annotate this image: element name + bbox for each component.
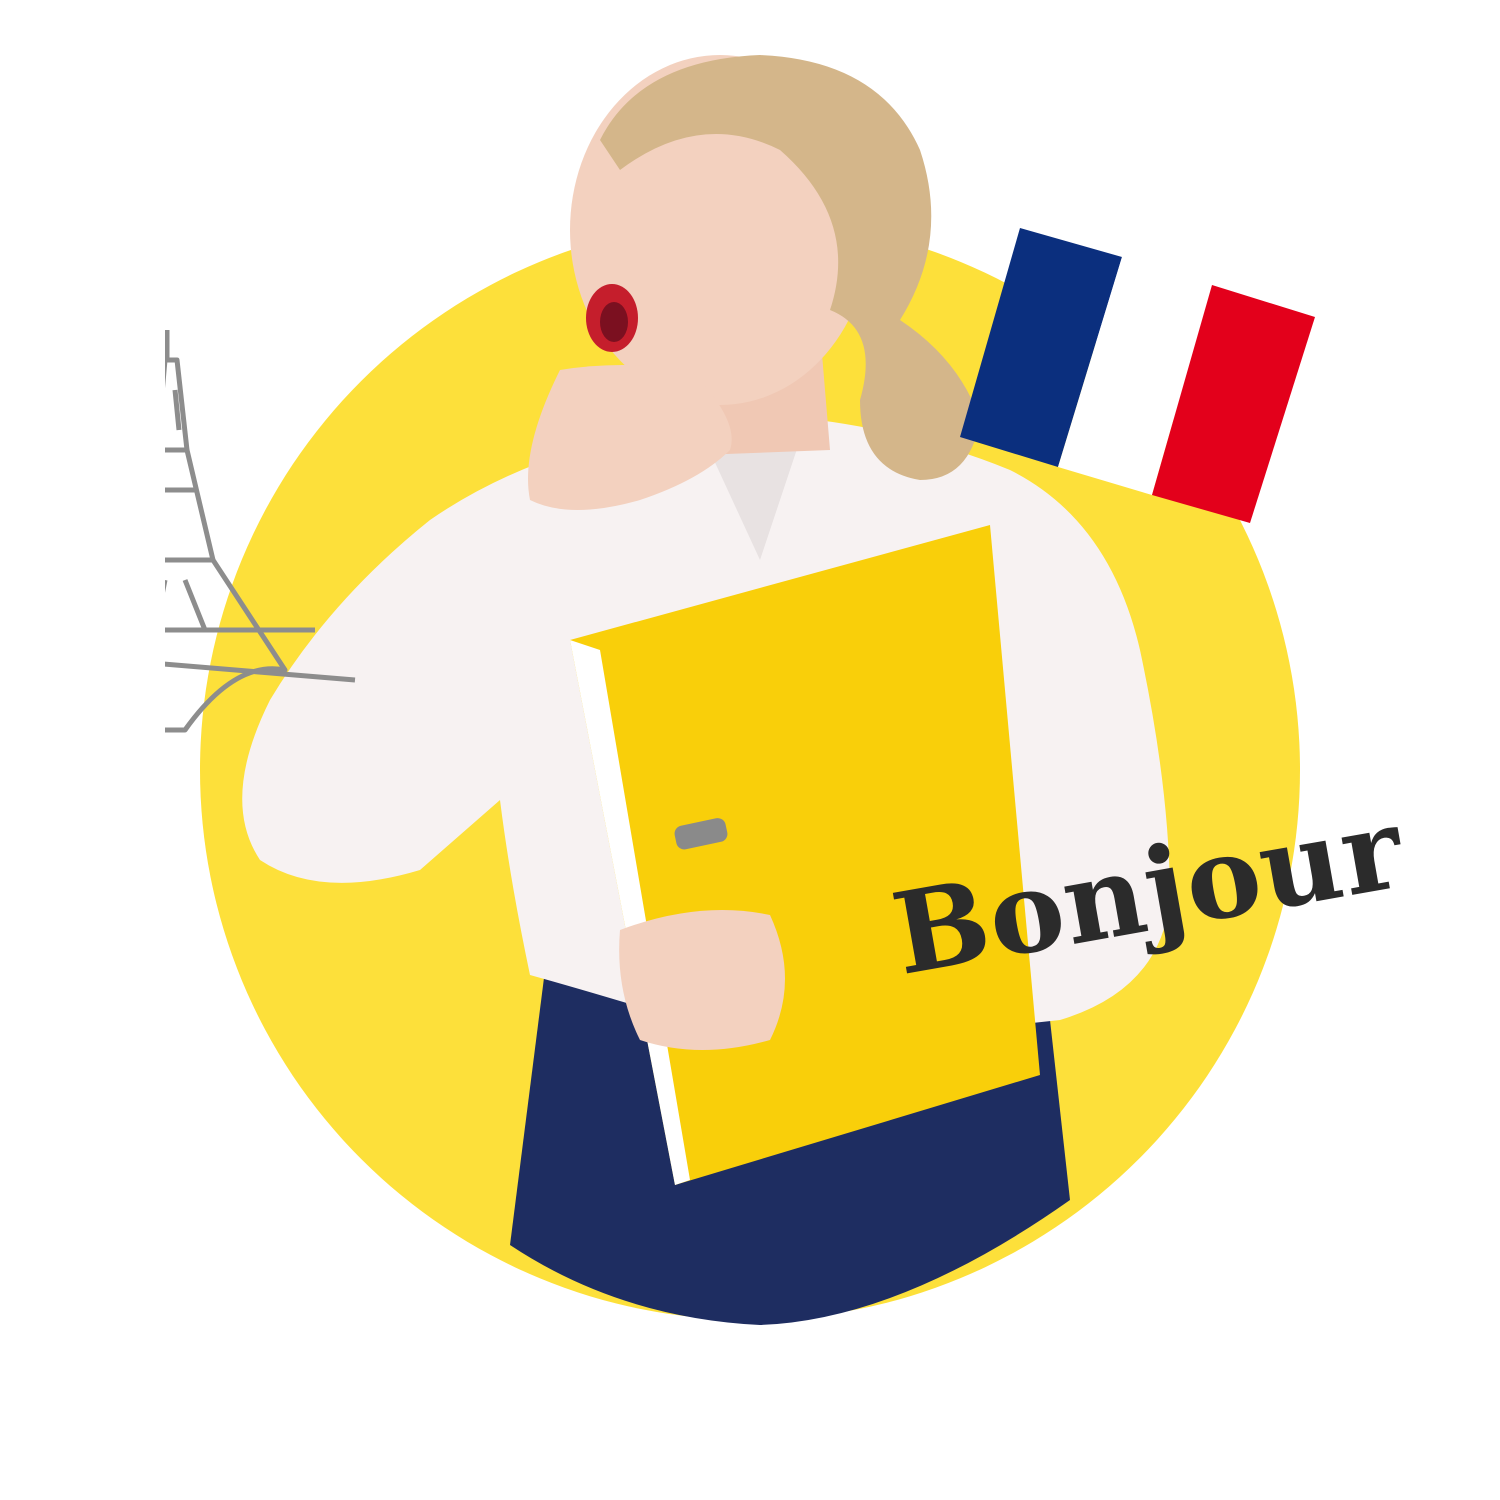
eiffel-tower-icon — [165, 330, 356, 733]
mouth — [586, 284, 638, 352]
french-flag-icon — [960, 228, 1315, 523]
illustration-canvas: Bonjour — [0, 0, 1500, 1500]
hand-on-binder — [619, 910, 785, 1050]
